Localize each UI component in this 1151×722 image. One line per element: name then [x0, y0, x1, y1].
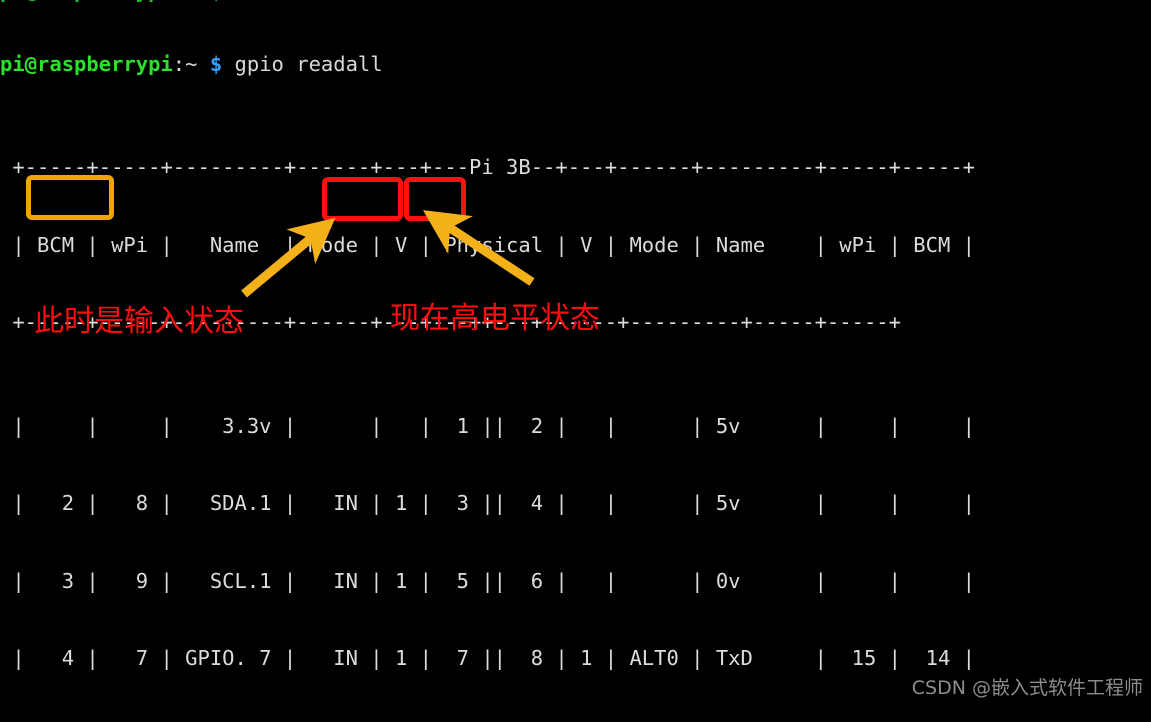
- table-row: | | | 3.3v | | | 1 || 2 | | | 5v | | |: [0, 413, 976, 438]
- table-border-top: +-----+-----+---------+------+---+---Pi …: [0, 155, 976, 180]
- command-prompt-line: pi@raspberrypi:~ $ gpio readall: [0, 52, 1151, 78]
- highlight-box-mode-in: [322, 177, 403, 221]
- terminal-output: pi@raspberrypi:~ $ gpio readall +-----+-…: [0, 0, 1151, 722]
- highlight-box-level-1: [404, 177, 466, 221]
- table-row: | 2 | 8 | SDA.1 | IN | 1 | 3 || 4 | | | …: [0, 491, 976, 516]
- annotation-note-mode: 此时是输入状态: [34, 304, 244, 339]
- table-row: | 3 | 9 | SCL.1 | IN | 1 | 5 || 6 | | | …: [0, 568, 976, 593]
- prompt-user-host: pi@raspberrypi: [0, 51, 173, 76]
- watermark-label: CSDN @嵌入式软件工程师: [911, 677, 1143, 699]
- prompt-dollar-sign: $: [209, 51, 223, 76]
- annotation-note-level: 现在高电平状态: [390, 301, 600, 336]
- typed-command: gpio readall: [222, 51, 383, 76]
- table-header-row: | BCM | wPi | Name | Mode | V | Physical…: [0, 232, 976, 257]
- highlight-box-bcm-4: [26, 175, 114, 220]
- terminal-screen: pi@raspberrypi:~ $ pi@raspberrypi:~ $ gp…: [0, 0, 1151, 722]
- prompt-path: :~: [172, 51, 210, 76]
- table-row: | 4 | 7 | GPIO. 7 | IN | 1 | 7 || 8 | 1 …: [0, 646, 976, 671]
